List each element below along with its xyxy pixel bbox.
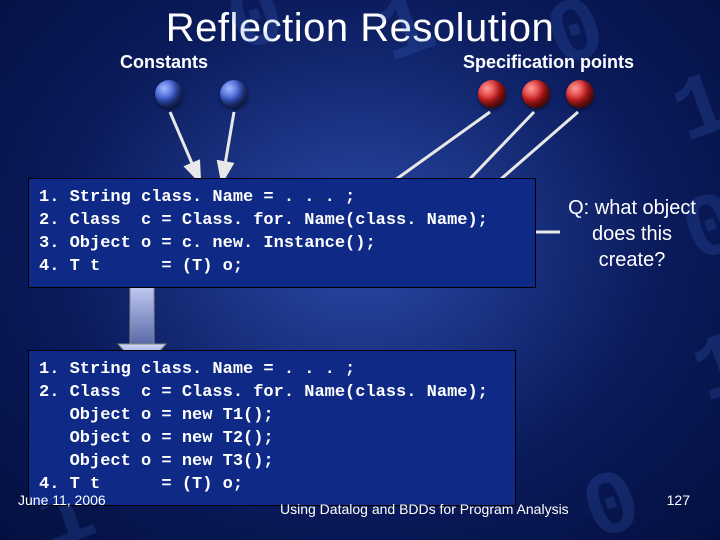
footer-date: June 11, 2006: [18, 492, 106, 508]
spec-ball-3: [566, 80, 594, 108]
footer-talk: Using Datalog and BDDs for Program Analy…: [280, 501, 569, 519]
slide-title: Reflection Resolution: [0, 0, 720, 51]
footer-page: 127: [667, 492, 690, 508]
specpoints-label: Specification points: [463, 52, 634, 73]
code-after: 1. String class. Name = . . . ; 2. Class…: [28, 350, 516, 506]
balls-row: [0, 80, 720, 120]
question-text: Q: what object does this create?: [562, 195, 702, 273]
spec-ball-1: [478, 80, 506, 108]
constants-label: Constants: [120, 52, 208, 73]
spec-ball-2: [522, 80, 550, 108]
constant-ball-2: [220, 80, 248, 108]
code-before: 1. String class. Name = . . . ; 2. Class…: [28, 178, 536, 288]
constant-ball-1: [155, 80, 183, 108]
